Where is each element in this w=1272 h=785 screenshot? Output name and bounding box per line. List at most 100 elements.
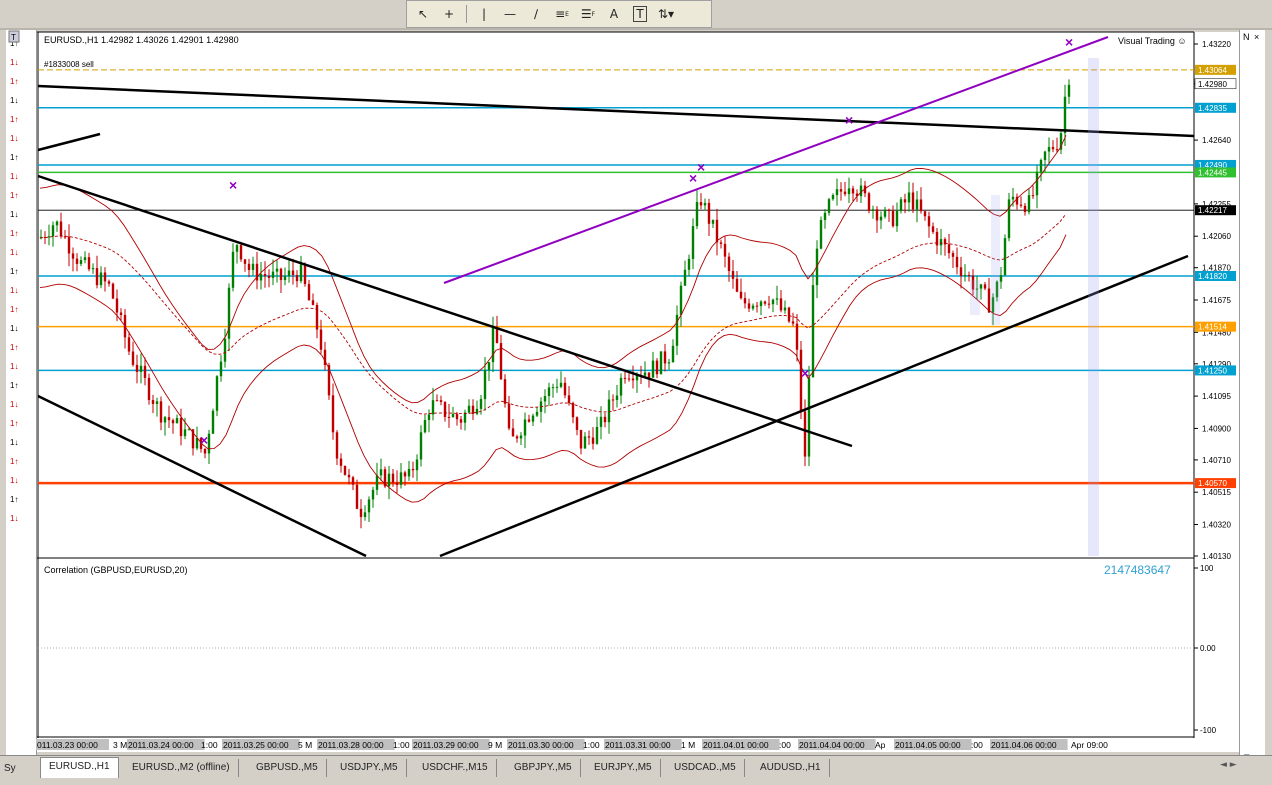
time-axis-label: 2011.03.28 00:00 — [318, 740, 384, 750]
candle-body — [95, 268, 99, 286]
candle-body — [779, 298, 783, 311]
candle-body — [915, 199, 919, 210]
candle-body — [751, 305, 755, 309]
candle-body — [331, 395, 335, 433]
fractal-x-marker: × — [801, 365, 809, 381]
candle-body — [455, 413, 459, 420]
candle-body — [767, 303, 771, 305]
price-chart[interactable]: 1.432201.429801.426401.422551.420601.418… — [0, 0, 1272, 784]
candle-body — [515, 436, 519, 439]
tab-gbpusd-m5[interactable]: GBPUSD.,M5 — [248, 759, 327, 777]
tab-audusd-h1[interactable]: AUDUSD.,H1 — [752, 759, 830, 777]
watch-strip-item: 1↑ — [10, 495, 18, 504]
candle-body — [695, 202, 699, 227]
tab-eurusd-m2-offline-[interactable]: EURUSD.,M2 (offline) — [124, 759, 239, 777]
watch-strip-item: 1↑ — [10, 381, 18, 390]
candle-body — [887, 209, 891, 212]
candle-body — [355, 484, 359, 509]
candle-body — [47, 236, 51, 238]
candle-body — [567, 395, 571, 403]
candle-body — [811, 285, 815, 378]
candle-body — [875, 209, 879, 221]
indicator-value: 2147483647 — [1104, 563, 1171, 577]
price-tick-label: 1.40710 — [1202, 456, 1231, 465]
candle-body — [895, 211, 899, 227]
candle-body — [835, 189, 839, 196]
watch-strip-item: 1↑ — [10, 267, 18, 276]
candle-body — [55, 221, 59, 226]
candle-body — [99, 272, 103, 286]
candle-body — [819, 219, 823, 249]
watch-strip-item: 1↓ — [10, 476, 18, 485]
candle-body — [919, 199, 923, 212]
level-label-green: 1.42445 — [1198, 168, 1227, 177]
order-label: #1833008 sell — [44, 60, 94, 69]
level-label-black: 1.42217 — [1198, 206, 1227, 215]
candle-body — [231, 251, 235, 288]
candle-body — [87, 257, 91, 270]
candle-body — [907, 192, 911, 203]
time-axis-label: 3 M — [113, 740, 127, 750]
candle-body — [463, 412, 467, 423]
candle-body — [491, 327, 495, 363]
time-axis-label: 1:00 — [201, 740, 218, 750]
candle-body — [187, 429, 191, 431]
candle-body — [179, 418, 183, 437]
candle-body — [467, 405, 471, 413]
time-axis-label: 2011.03.24 00:00 — [128, 740, 194, 750]
candle-body — [415, 459, 419, 471]
indicator-label: Correlation (GBPUSD,EURUSD,20) — [44, 565, 188, 575]
candle-body — [159, 401, 163, 423]
candle-body — [139, 365, 143, 372]
watch-strip-item: 1↓ — [10, 514, 18, 523]
fractal-x-marker: × — [200, 432, 208, 448]
candle-body — [951, 253, 955, 257]
candle-body — [163, 417, 167, 423]
level-label-cyan4: 1.41250 — [1198, 366, 1227, 375]
candle-body — [771, 299, 775, 305]
candle-body — [175, 418, 179, 424]
tab-gbpjpy-m5[interactable]: GBPJPY.,M5 — [506, 759, 581, 777]
candle-body — [239, 245, 243, 260]
candle-body — [1051, 147, 1055, 150]
watch-strip-item: 1↑ — [10, 115, 18, 124]
watch-strip-item: 1↓ — [10, 58, 18, 67]
candle-body — [495, 327, 499, 344]
candle-body — [215, 376, 219, 411]
watch-strip-item: 1↑ — [10, 77, 18, 86]
candle-body — [827, 199, 831, 213]
candle-body — [851, 188, 855, 194]
candle-body — [979, 284, 983, 289]
candle-body — [223, 338, 227, 362]
candle-body — [1063, 96, 1067, 134]
price-tick-label: 1.42060 — [1202, 232, 1231, 241]
candle-body — [1043, 151, 1047, 161]
tab-eurjpy-m5[interactable]: EURJPY.,M5 — [586, 759, 661, 777]
tab-scroll-arrows[interactable]: ◄ ► — [1220, 760, 1237, 770]
watch-strip-item: 1↑ — [10, 305, 18, 314]
candle-body — [203, 448, 207, 454]
candle-body — [339, 458, 343, 466]
candle-body — [763, 301, 767, 304]
tab-eurusd-h1[interactable]: EURUSD.,H1 — [40, 757, 119, 778]
candle-body — [967, 274, 971, 276]
time-axis-label: 5 M — [298, 740, 312, 750]
candle-body — [1067, 84, 1071, 97]
candle-body — [711, 219, 715, 224]
candle-body — [731, 271, 735, 279]
candle-body — [759, 301, 763, 307]
tab-usdjpy-m5[interactable]: USDJPY.,M5 — [332, 759, 407, 777]
tab-usdcad-m5[interactable]: USDCAD.,M5 — [666, 759, 745, 777]
candle-body — [843, 191, 847, 195]
price-tick-label: 1.40130 — [1202, 552, 1231, 561]
candle-body — [955, 256, 959, 268]
candle-body — [235, 245, 239, 252]
candle-body — [115, 298, 119, 313]
tab-usdchf-m15[interactable]: USDCHF.,M15 — [414, 759, 497, 777]
watch-strip-item: 1↓ — [10, 172, 18, 181]
candle-body — [487, 362, 491, 370]
candle-body — [823, 212, 827, 220]
navigator-icon: N — [1243, 32, 1250, 42]
candle-body — [447, 416, 451, 418]
candle-body — [419, 432, 423, 460]
